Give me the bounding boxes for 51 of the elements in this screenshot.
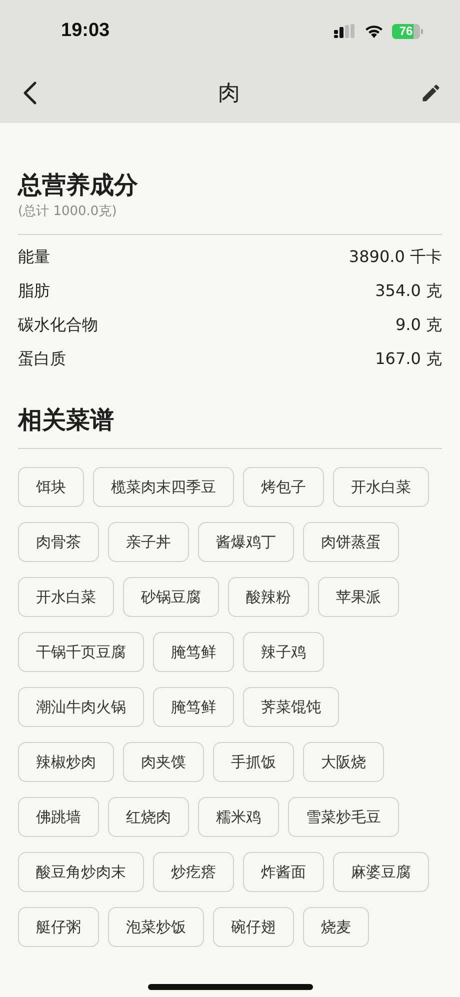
recipe-chip[interactable]: 开水白菜 [333, 467, 429, 507]
recipe-chip[interactable]: 酸豆角炒肉末 [18, 852, 144, 892]
recipe-chip[interactable]: 炸酱面 [243, 852, 324, 892]
section-heading: 相关菜谱 [18, 405, 115, 435]
recipe-chip[interactable]: 艇仔粥 [18, 907, 99, 947]
recipe-chip[interactable]: 腌笃鲜 [153, 687, 234, 727]
signal-icon [334, 24, 356, 38]
recipe-chip[interactable]: 烤包子 [243, 467, 324, 507]
recipe-chip[interactable]: 烧麦 [303, 907, 369, 947]
status-time: 19:03 [61, 20, 110, 42]
nutrient-value: 354.0 克 [375, 280, 442, 302]
recipe-chip[interactable]: 荠菜馄饨 [243, 687, 339, 727]
nutrient-label: 碳水化合物 [18, 314, 98, 336]
recipe-chip[interactable]: 亲子丼 [108, 522, 189, 562]
recipe-chip[interactable]: 碗仔翅 [213, 907, 294, 947]
nutrient-label: 蛋白质 [18, 348, 66, 370]
page-title: 肉 [218, 80, 240, 108]
recipe-chip[interactable]: 肉饼蒸蛋 [303, 522, 399, 562]
recipe-chip[interactable]: 泡菜炒饭 [108, 907, 204, 947]
recipe-chip[interactable]: 榄菜肉末四季豆 [93, 467, 234, 507]
recipe-chip[interactable]: 佛跳墙 [18, 797, 99, 837]
section-subtitle: (总计 1000.0克) [18, 203, 118, 221]
recipe-chip[interactable]: 肉夹馍 [123, 742, 204, 782]
recipe-chip[interactable]: 雪菜炒毛豆 [288, 797, 399, 837]
nutrient-label: 能量 [18, 246, 50, 268]
recipe-chip[interactable]: 手抓饭 [213, 742, 294, 782]
recipe-chip[interactable]: 红烧肉 [108, 797, 189, 837]
nutrient-label: 脂肪 [18, 280, 50, 302]
recipe-chip[interactable]: 苹果派 [318, 577, 399, 617]
recipe-chip[interactable]: 饵块 [18, 467, 84, 507]
nutrient-value: 3890.0 千卡 [348, 246, 442, 268]
recipe-chip[interactable]: 潮汕牛肉火锅 [18, 687, 144, 727]
recipe-chip[interactable]: 炒疙瘩 [153, 852, 234, 892]
recipe-chip[interactable]: 酱爆鸡丁 [198, 522, 294, 562]
battery-icon: 76 [392, 24, 420, 38]
recipe-chip[interactable]: 腌笃鲜 [153, 632, 234, 672]
recipe-chip[interactable]: 辣子鸡 [243, 632, 324, 672]
wifi-icon [364, 24, 384, 38]
recipe-chip[interactable]: 辣椒炒肉 [18, 742, 114, 782]
recipe-chip[interactable]: 开水白菜 [18, 577, 114, 617]
nutrient-value: 9.0 克 [395, 314, 442, 336]
recipe-chip[interactable]: 酸辣粉 [228, 577, 309, 617]
recipe-chip[interactable]: 大阪烧 [303, 742, 384, 782]
recipe-chip[interactable]: 肉骨茶 [18, 522, 99, 562]
section-heading: 总营养成分 [18, 170, 139, 200]
recipe-chip[interactable]: 干锅千页豆腐 [18, 632, 144, 672]
recipe-chip[interactable]: 糯米鸡 [198, 797, 279, 837]
recipe-chip[interactable]: 砂锅豆腐 [123, 577, 219, 617]
nutrient-value: 167.0 克 [375, 348, 442, 370]
back-icon[interactable] [22, 80, 38, 104]
recipe-chip[interactable]: 麻婆豆腐 [333, 852, 429, 892]
